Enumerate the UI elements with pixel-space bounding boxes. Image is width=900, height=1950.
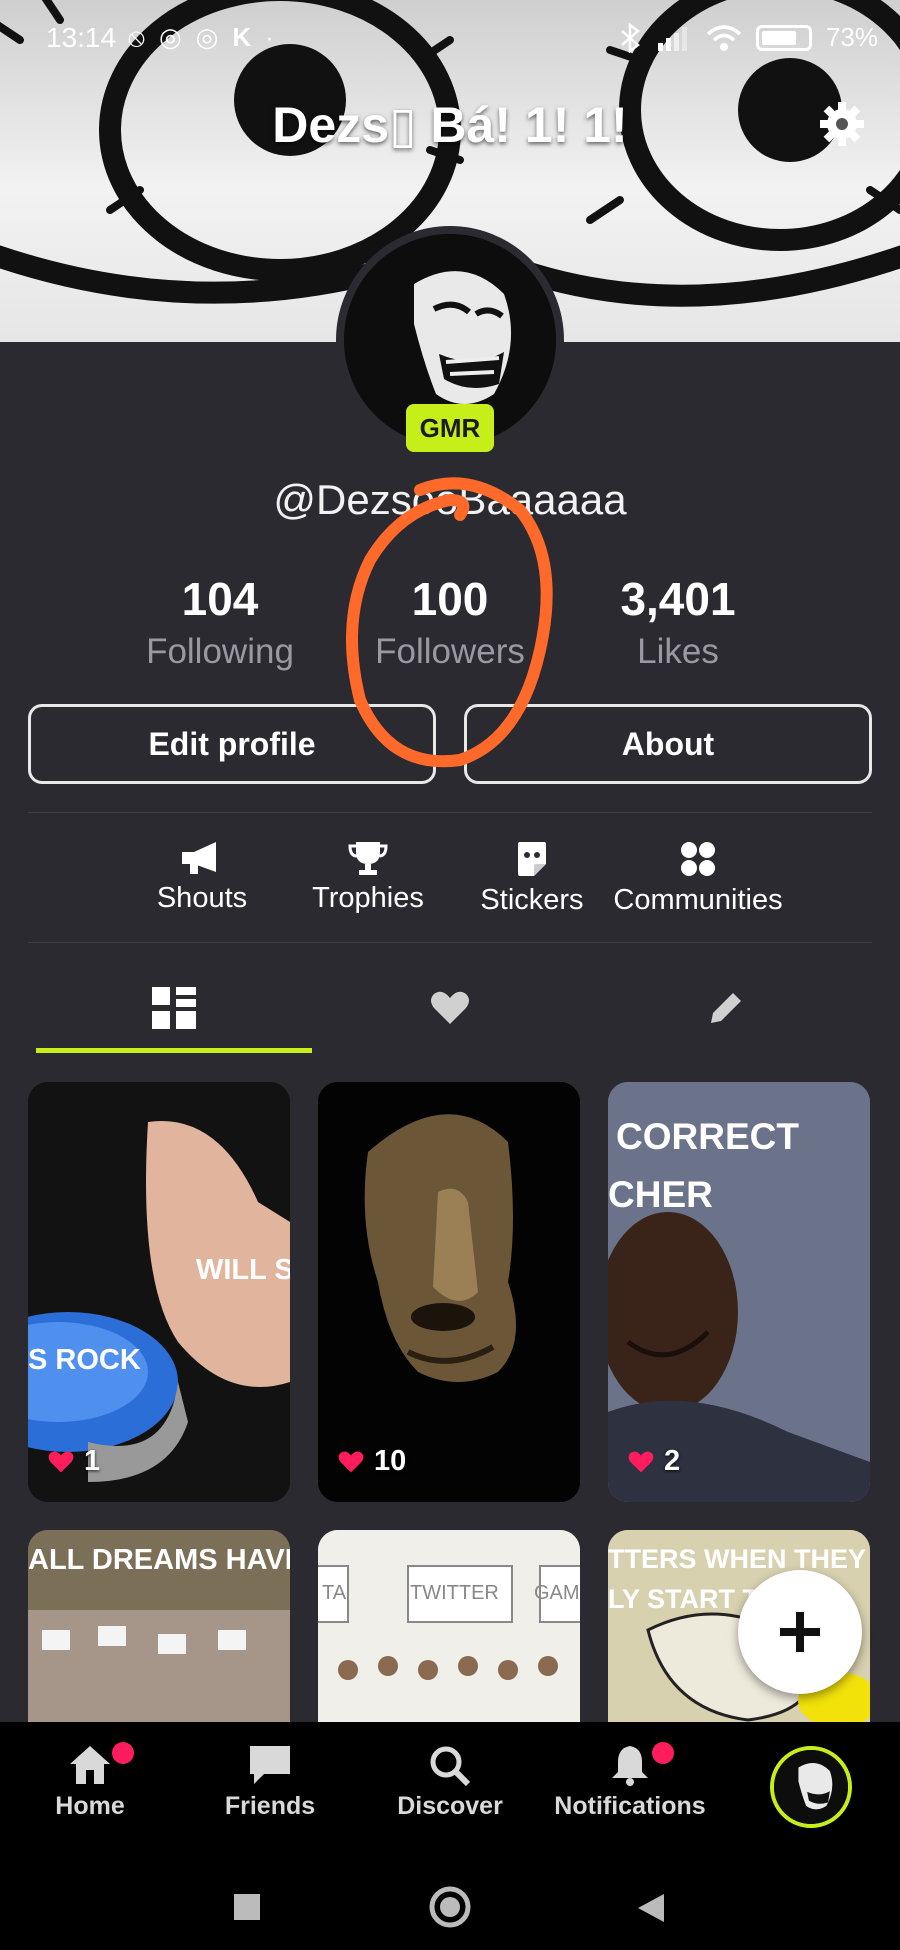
profile-screen: 13:14 ⦸ ◎ ◎ K · 73% Dezs▯ Bá! 1! 1! GMR …: [0, 0, 900, 1950]
post-caption: CORRECT: [616, 1116, 799, 1157]
gamer-badge: GMR: [406, 404, 494, 452]
post-likes[interactable]: 2: [628, 1445, 680, 1478]
like-count: 10: [374, 1445, 407, 1477]
shortcut-label: Trophies: [312, 882, 424, 914]
tab-posts-grid[interactable]: [36, 968, 312, 1048]
status-bar: 13:14 ⦸ ◎ ◎ K · 73%: [0, 0, 900, 80]
post-likes[interactable]: 10: [338, 1445, 406, 1478]
post-caption: TWITTER: [410, 1582, 499, 1604]
nav-label: Friends: [224, 1792, 316, 1820]
bottom-navigation: Home Friends Discover Notifications: [0, 1722, 900, 1862]
stat-value: 100: [411, 573, 489, 625]
mute-icon: ⦸: [128, 22, 145, 52]
stat-value: 104: [181, 573, 259, 625]
system-navigation-bar: [0, 1862, 900, 1950]
post-caption: WILL S: [196, 1254, 290, 1286]
post-caption: S ROCK: [28, 1344, 141, 1376]
pencil-icon: [711, 993, 741, 1023]
create-post-button[interactable]: [738, 1570, 862, 1694]
plus-icon: [780, 1612, 820, 1652]
shortcut-stickers[interactable]: Stickers: [478, 840, 586, 917]
chrome-icon: ◎: [195, 22, 219, 52]
bell-icon: [612, 1746, 648, 1786]
settings-gear-icon[interactable]: [818, 100, 866, 148]
post-likes[interactable]: 1: [48, 1445, 100, 1478]
bluetooth-icon: [621, 22, 640, 53]
notification-dot: [652, 1742, 674, 1764]
shortcut-label: Communities: [613, 884, 783, 916]
notification-dot: [112, 1742, 134, 1764]
nav-notifications[interactable]: Notifications: [540, 1722, 720, 1862]
nav-friends[interactable]: Friends: [180, 1722, 360, 1862]
stat-likes[interactable]: 3,401 Likes: [548, 572, 808, 672]
shortcut-label: Shouts: [156, 882, 248, 914]
post-caption: CHER: [608, 1174, 713, 1215]
post-caption: TA: [322, 1582, 347, 1604]
grid-icon: [152, 987, 196, 1029]
megaphone-icon: [182, 842, 216, 874]
like-heart-icon: [338, 1450, 364, 1472]
stat-value: 3,401: [620, 573, 736, 625]
post-thumbnail: [28, 1082, 290, 1502]
tab-drafts[interactable]: [588, 968, 864, 1048]
edit-profile-button[interactable]: Edit profile: [28, 704, 436, 784]
username: @DezsőoBaaaaaa: [273, 476, 627, 523]
shortcut-communities[interactable]: Communities: [610, 840, 786, 917]
nav-label: Discover: [397, 1792, 503, 1820]
post-card[interactable]: 10: [318, 1082, 580, 1502]
post-card[interactable]: WILL S S ROCK 1: [28, 1082, 290, 1502]
stat-followers[interactable]: 100 Followers: [320, 572, 580, 672]
search-icon: [430, 1746, 471, 1786]
battery-icon: [755, 24, 812, 51]
sticker-icon: [518, 842, 546, 876]
post-caption: LY START T: [608, 1584, 760, 1614]
shortcut-label: Stickers: [480, 884, 584, 916]
signal-icon: [657, 26, 687, 51]
profile-title: Dezs▯ Bá! 1! 1!: [272, 97, 628, 153]
back-icon[interactable]: [636, 1892, 666, 1924]
nav-discover[interactable]: Discover: [360, 1722, 540, 1862]
troll-face-avatar: [774, 1750, 848, 1824]
battery-level: 73%: [825, 22, 878, 52]
chat-icon: [250, 1746, 290, 1784]
divider: [28, 942, 872, 943]
like-count: 1: [84, 1445, 101, 1477]
nav-label: Notifications: [554, 1792, 706, 1820]
stat-label: Followers: [375, 632, 525, 671]
stat-label: Likes: [637, 632, 719, 671]
nav-home[interactable]: Home: [0, 1722, 180, 1862]
home-button-icon[interactable]: [427, 1884, 473, 1930]
status-right: 73%: [618, 22, 878, 53]
wifi-icon: [706, 24, 742, 51]
like-heart-icon: [628, 1450, 654, 1472]
post-caption: GAM: [534, 1582, 580, 1604]
like-heart-icon: [48, 1450, 74, 1472]
divider: [28, 812, 872, 813]
post-caption: ALL DREAMS HAVE: [28, 1544, 290, 1576]
shortcut-shouts[interactable]: Shouts: [150, 840, 254, 915]
shortcut-trophies[interactable]: Trophies: [308, 840, 428, 915]
nav-label: Home: [55, 1792, 125, 1820]
post-thumbnail: [318, 1082, 580, 1502]
heart-icon: [431, 991, 469, 1024]
home-icon: [70, 1746, 110, 1784]
post-card[interactable]: CORRECT CHER 2: [608, 1082, 870, 1502]
stat-label: Following: [146, 632, 294, 671]
like-count: 2: [664, 1445, 681, 1477]
status-notification-icons: ⦸ ◎ ◎ K ·: [128, 22, 274, 54]
nav-profile-avatar[interactable]: [770, 1746, 852, 1828]
trophy-icon: [348, 842, 388, 875]
communities-icon: [681, 842, 715, 876]
chrome-icon: ◎: [158, 22, 182, 52]
stat-following[interactable]: 104 Following: [90, 572, 350, 672]
recents-icon[interactable]: [232, 1892, 262, 1922]
dot-icon: ·: [265, 22, 274, 52]
status-time: 13:14: [46, 22, 117, 53]
about-button[interactable]: About: [464, 704, 872, 784]
tab-liked[interactable]: [312, 968, 588, 1048]
active-tab-indicator: [36, 1048, 312, 1053]
k-icon: K: [232, 22, 252, 52]
profile-stats: 104 Following 100 Followers 3,401 Likes: [0, 572, 900, 682]
